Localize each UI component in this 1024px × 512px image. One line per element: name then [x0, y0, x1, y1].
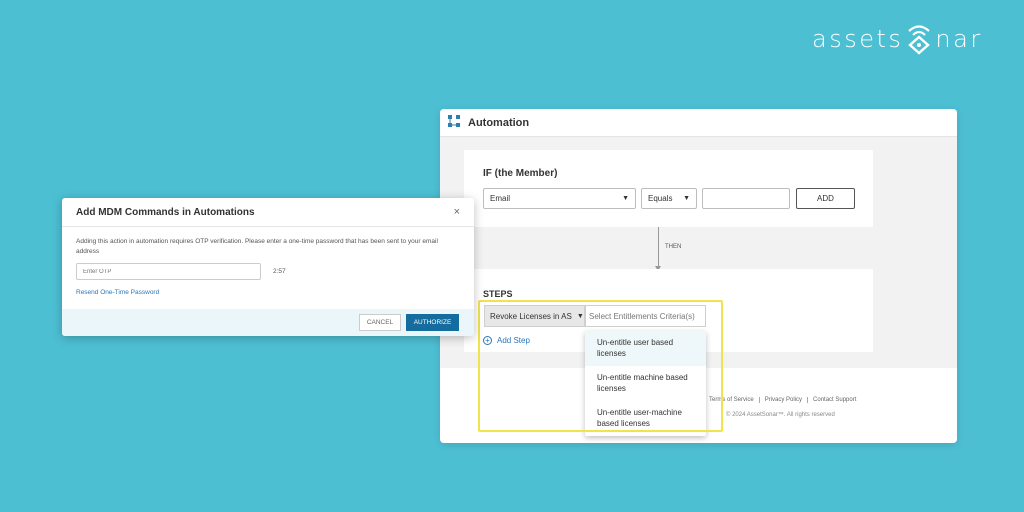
logo-text-right: nar: [935, 25, 983, 53]
operator-select-value: Equals: [648, 194, 673, 203]
otp-description: Adding this action in automation require…: [76, 238, 438, 255]
operator-select[interactable]: Equals ▼: [641, 188, 697, 209]
add-step-label: Add Step: [497, 336, 530, 345]
plus-circle-icon: +: [483, 336, 492, 345]
cancel-button[interactable]: CANCEL: [359, 314, 401, 331]
mdm-otp-modal: Add MDM Commands in Automations × Adding…: [62, 198, 474, 336]
value-input[interactable]: [702, 188, 790, 209]
resend-otp-link[interactable]: Resend One-Time Password: [76, 289, 159, 296]
flow-connector: [658, 227, 659, 269]
modal-footer: CANCEL AUTHORIZE: [62, 309, 474, 336]
field-select[interactable]: Email ▼: [483, 188, 636, 209]
criteria-placeholder: Select Entitlements Criteria(s): [589, 311, 695, 321]
close-icon[interactable]: ×: [454, 206, 460, 218]
automation-panel: Automation IF (the Member) Email ▼ Equal…: [440, 109, 957, 443]
modal-body: Adding this action in automation require…: [62, 227, 474, 299]
steps-label: STEPS: [483, 289, 513, 299]
chevron-down-icon: ▼: [683, 195, 690, 202]
field-select-value: Email: [490, 194, 511, 203]
criteria-select[interactable]: Select Entitlements Criteria(s): [585, 305, 706, 327]
dropdown-option[interactable]: Un-entitle machine based licenses: [585, 366, 706, 401]
otp-timer: 2:57: [273, 268, 286, 275]
otp-input[interactable]: [76, 263, 261, 280]
then-label: THEN: [665, 244, 682, 250]
footer-links: Terms of Service Privacy Policy Contact …: [704, 397, 861, 403]
privacy-link[interactable]: Privacy Policy: [760, 397, 809, 403]
entitlements-dropdown: Un-entitle user based licenses Un-entitl…: [585, 331, 706, 436]
chevron-down-icon: ▼: [576, 312, 584, 320]
authorize-button[interactable]: AUTHORIZE: [406, 314, 459, 331]
terms-link[interactable]: Terms of Service: [704, 397, 760, 403]
modal-header: Add MDM Commands in Automations ×: [62, 198, 474, 227]
automation-header: Automation: [440, 109, 957, 137]
wifi-sonar-icon: [905, 22, 933, 56]
dropdown-option[interactable]: Un-entitle user-machine based licenses: [585, 401, 706, 436]
logo-text-left: assets: [812, 25, 904, 53]
automation-nodes-icon: [448, 114, 460, 132]
if-label: IF (the Member): [483, 168, 558, 179]
dropdown-option[interactable]: Un-entitle user based licenses: [585, 331, 706, 366]
add-button[interactable]: ADD: [796, 188, 855, 209]
chevron-down-icon: ▼: [622, 195, 629, 202]
modal-title: Add MDM Commands in Automations: [76, 206, 255, 218]
copyright-text: © 2024 AssetSonar™. All rights reserved: [726, 412, 835, 418]
action-select[interactable]: Revoke Licenses in AS ▼: [484, 305, 585, 327]
add-step-button[interactable]: + Add Step: [483, 336, 530, 345]
action-select-value: Revoke Licenses in AS: [490, 311, 572, 321]
automation-title: Automation: [468, 116, 530, 129]
otp-row: 2:57: [76, 263, 460, 280]
support-link[interactable]: Contact Support: [808, 397, 861, 403]
assetsonar-logo: assets nar: [812, 22, 983, 56]
